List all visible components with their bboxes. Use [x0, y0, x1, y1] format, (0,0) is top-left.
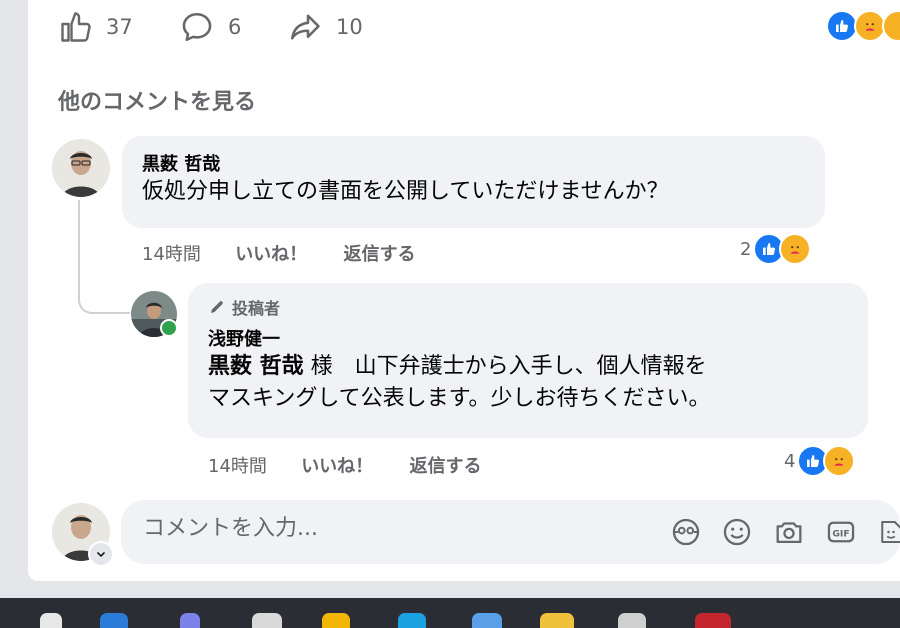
reply-like-button[interactable]: いいね！: [301, 452, 373, 478]
comment-meta: 14時間 いいね！ 返信する: [142, 240, 415, 266]
emoji-icon[interactable]: [720, 515, 754, 549]
reply-reply-button[interactable]: 返信する: [409, 452, 481, 478]
taskbar-app-icon[interactable]: [695, 613, 731, 628]
like-action[interactable]: 37: [58, 9, 133, 45]
comment-text: 仮処分申し立ての書面を公開していただけませんか？: [142, 179, 669, 204]
thumbs-up-icon: [61, 12, 91, 42]
sticker-icon[interactable]: [876, 515, 900, 549]
reply-text: 黒薮 哲哉 様 山下弁護士から入手し、個人情報を マスキングして公表します。少し…: [208, 351, 868, 415]
os-taskbar: [0, 598, 900, 628]
taskbar-app-icon[interactable]: [540, 613, 574, 628]
account-switch-button[interactable]: [88, 541, 114, 567]
reaction-count: 2: [740, 238, 752, 260]
comment-time[interactable]: 14時間: [142, 240, 201, 266]
reaction-count: 4: [784, 450, 796, 472]
author-badge-label: 投稿者: [232, 299, 281, 318]
author-badge: 投稿者: [208, 295, 868, 319]
avatar-sticker-icon[interactable]: [669, 515, 703, 549]
taskbar-app-icon[interactable]: [398, 613, 426, 628]
taskbar-app-icon[interactable]: [100, 613, 128, 628]
post-reactions[interactable]: [826, 10, 900, 42]
reply-reactions[interactable]: 4: [784, 445, 856, 477]
comment-composer[interactable]: GIF: [121, 500, 900, 564]
reply-bubble: 投稿者 浅野健一 黒薮 哲哉 様 山下弁護士から入手し、個人情報を マスキングし…: [188, 283, 868, 438]
camera-icon[interactable]: [772, 515, 806, 549]
comment-reply-button[interactable]: 返信する: [343, 240, 415, 266]
comment-bubble: 黒薮 哲哉 仮処分申し立ての書面を公開していただけませんか？: [122, 136, 825, 228]
comment-author[interactable]: 黒薮 哲哉: [142, 150, 825, 176]
reply-meta: 14時間 いいね！ 返信する: [208, 452, 481, 478]
share-count: 10: [336, 15, 363, 39]
reply-author[interactable]: 浅野健一: [208, 325, 868, 351]
gif-icon[interactable]: GIF: [824, 515, 858, 549]
see-more-comments-link[interactable]: 他のコメントを見る: [58, 84, 256, 116]
care-reaction-icon: [882, 10, 900, 42]
mention-link[interactable]: 黒薮 哲哉: [208, 354, 304, 379]
comment-like-button[interactable]: いいね！: [235, 240, 307, 266]
care-reaction-icon: [823, 445, 856, 477]
chevron-down-icon: [96, 551, 106, 558]
taskbar-app-icon[interactable]: [618, 613, 646, 628]
taskbar-app-icon[interactable]: [40, 613, 62, 628]
reply-text-line1: 様 山下弁護士から入手し、個人情報を: [303, 354, 707, 379]
svg-text:GIF: GIF: [832, 528, 849, 539]
taskbar-app-icon[interactable]: [472, 613, 502, 628]
comment-count: 6: [228, 15, 242, 39]
reply-time[interactable]: 14時間: [208, 452, 267, 478]
taskbar-app-icon[interactable]: [322, 613, 350, 628]
comment-bubble-icon: [182, 12, 212, 42]
thread-connector: [78, 200, 130, 314]
comment-reactions[interactable]: 2: [740, 233, 812, 265]
taskbar-app-icon[interactable]: [180, 613, 200, 628]
online-status-dot: [160, 319, 178, 337]
comment-action[interactable]: 6: [178, 9, 241, 45]
taskbar-app-icon[interactable]: [252, 613, 282, 628]
avatar[interactable]: [52, 139, 110, 197]
person-avatar-icon: [52, 139, 110, 197]
comment-input[interactable]: [143, 516, 543, 541]
share-action[interactable]: 10: [286, 9, 363, 45]
share-arrow-icon: [290, 14, 320, 40]
pencil-icon: [211, 301, 223, 313]
reply-text-line2: マスキングして公表します。少しお待ちください。: [208, 386, 711, 411]
like-count: 37: [106, 15, 133, 39]
care-reaction-icon: [779, 233, 812, 265]
